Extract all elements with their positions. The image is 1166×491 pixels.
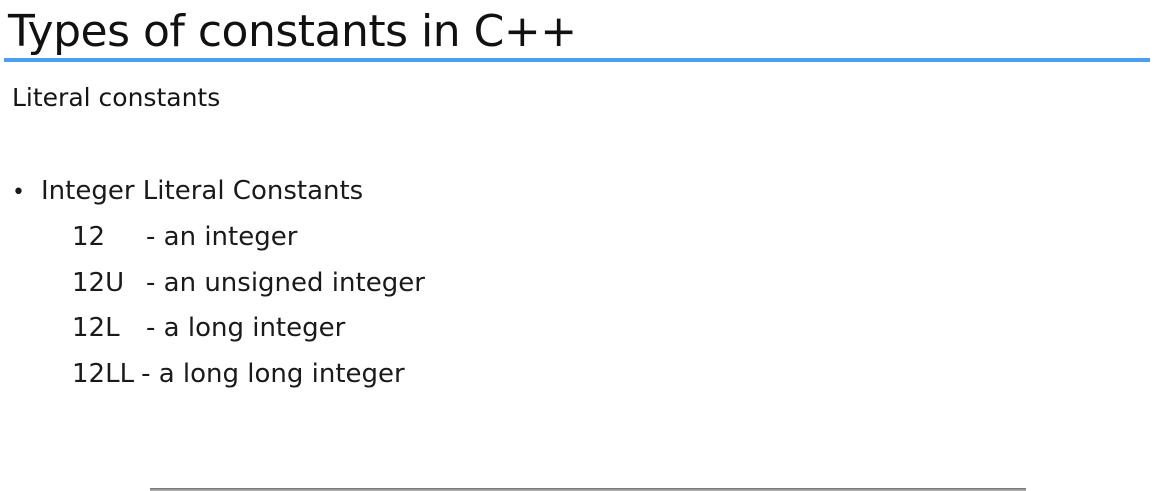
title-underline — [4, 58, 1150, 62]
list-item: 12LL - a long long integer — [72, 355, 425, 401]
literal-description: - an integer — [146, 222, 298, 252]
literal-code: 12LL — [72, 358, 135, 389]
list-item: 12U - an unsigned integer — [72, 264, 425, 310]
bullet-marker: • — [12, 180, 25, 205]
literal-code: 12 — [72, 222, 106, 252]
list-item: 12L - a long integer — [72, 309, 425, 355]
literal-description: - an unsigned integer — [146, 267, 425, 298]
bullet-text: Integer Literal Constants — [41, 176, 364, 206]
literal-list: 12- an integer 12U - an unsigned integer … — [72, 218, 425, 400]
bullet-item: • Integer Literal Constants — [12, 172, 363, 212]
slide: Types of constants in C++ Literal consta… — [0, 0, 1166, 491]
literal-description: - a long integer — [146, 313, 346, 343]
slide-subtitle: Literal constants — [12, 83, 221, 112]
slide-title: Types of constants in C++ — [8, 6, 577, 57]
list-item: 12 - an integer — [72, 218, 425, 264]
literal-code: 12U — [72, 267, 125, 298]
literal-description: - a long long integer — [141, 358, 405, 389]
literal-code: 12L — [72, 313, 120, 343]
